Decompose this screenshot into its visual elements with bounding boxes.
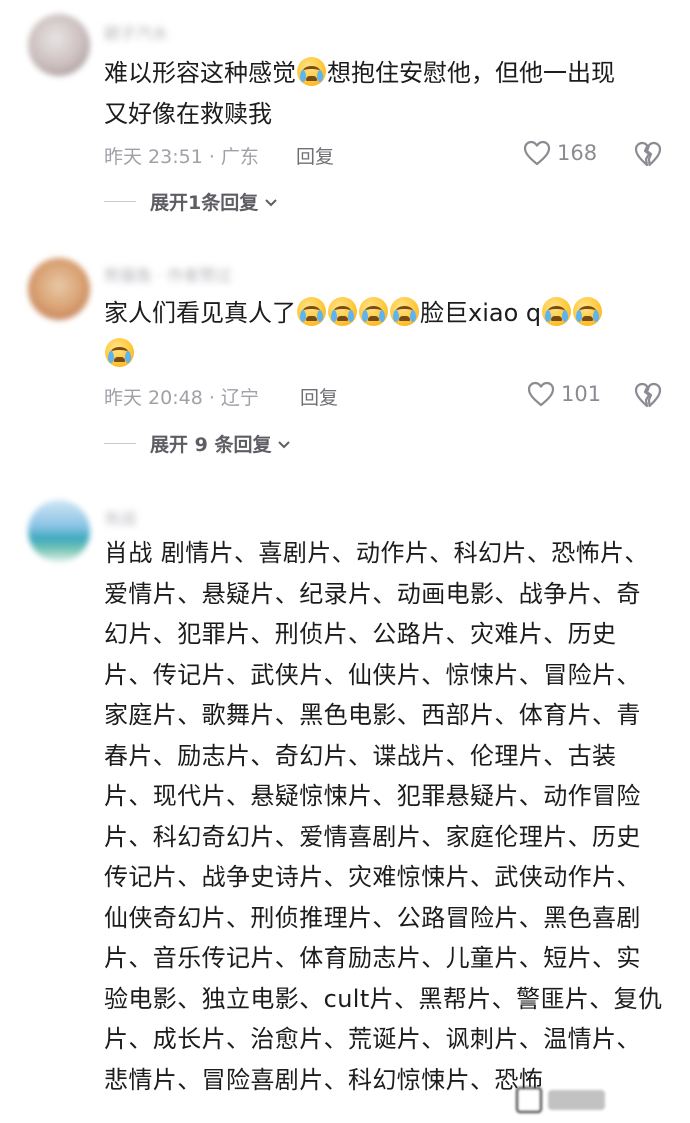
crying-face-icon (297, 57, 326, 86)
loudly-crying-face-icon (542, 297, 572, 326)
chevron-down-icon (277, 433, 291, 455)
watermark (516, 1087, 676, 1113)
heart-outline-icon (527, 381, 555, 407)
reply-button[interactable]: 回复 (296, 142, 334, 169)
logo-icon (516, 1087, 542, 1113)
loudly-crying-face-icon (328, 297, 357, 326)
loudly-crying-face-icon (390, 297, 419, 326)
loudly-crying-face-icon (105, 337, 134, 367)
avatar[interactable] (28, 500, 90, 562)
broken-heart-icon (634, 382, 662, 408)
comment-text-part: 脸巨xiao q (420, 299, 542, 327)
reply-button[interactable]: 回复 (300, 383, 338, 410)
chevron-down-icon (264, 191, 278, 213)
heart-outline-icon (523, 140, 551, 166)
divider (104, 201, 136, 202)
expand-replies-button[interactable]: 展开 9 条回复 (104, 430, 291, 457)
loudly-crying-face-icon (573, 297, 603, 326)
loudly-crying-face-icon (359, 297, 388, 326)
comment-text: 肖战 剧情片、喜剧片、动作片、科幻片、恐怖片、爱情片、悬疑片、纪录片、动画电影、… (104, 539, 663, 1094)
comment-time-location: 昨天 20:48 · 辽宁 (104, 387, 259, 409)
expand-replies-button[interactable]: 展开1条回复 (104, 188, 278, 215)
avatar[interactable] (28, 14, 90, 76)
like-count: 168 (557, 141, 598, 165)
like-button[interactable]: 168 (523, 140, 597, 166)
username[interactable]: 颖子汽水 (104, 20, 168, 44)
like-button[interactable]: 101 (527, 381, 601, 407)
like-count: 101 (561, 382, 602, 406)
divider (104, 443, 136, 444)
broken-heart-icon (634, 141, 662, 167)
comment-text: 难以形容这种感觉 想抱住安慰他，但他一出现 又好像在救赎我 (104, 53, 664, 134)
comment-text-part: 家人们看见真人了 (104, 299, 296, 327)
loudly-crying-face-icon (297, 297, 326, 326)
expand-replies-label: 展开 9 条回复 (150, 434, 272, 456)
comment-text: 家人们看见真人了 脸巨xiao q (104, 293, 664, 374)
avatar[interactable] (28, 258, 90, 320)
dislike-button[interactable] (634, 141, 662, 167)
dislike-button[interactable] (634, 382, 662, 408)
comment-text-part: 难以形容这种感觉 (104, 59, 296, 87)
username[interactable]: 肖战 (104, 505, 136, 529)
username[interactable]: 熊猫鱼 · 作者赞过 (104, 262, 231, 286)
watermark-logo (548, 1090, 605, 1110)
comment-time-location: 昨天 23:51 · 广东 (104, 146, 259, 168)
expand-replies-label: 展开1条回复 (150, 192, 259, 214)
